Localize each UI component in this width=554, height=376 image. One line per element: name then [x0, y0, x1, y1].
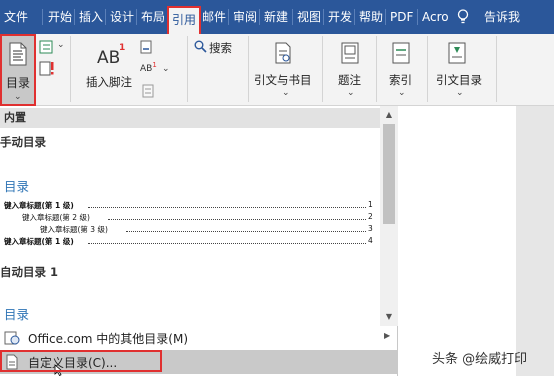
update-table-icon[interactable]	[39, 60, 55, 76]
insert-caption-icon[interactable]	[341, 42, 359, 64]
tab-insert[interactable]: 插入	[79, 0, 103, 34]
tab-file[interactable]: 文件	[4, 0, 28, 34]
toc-button-label: 目录	[6, 76, 31, 90]
scroll-up-arrow[interactable]: ▲	[383, 108, 395, 122]
mark-entry-icon[interactable]	[392, 42, 410, 64]
toc-entry-level-1: 键入章标题(第 1 级)	[4, 201, 74, 210]
scroll-down-arrow[interactable]: ▼	[383, 310, 395, 324]
search-button[interactable]: 搜索	[209, 40, 232, 56]
toc-page-number: 2	[368, 212, 373, 221]
tab-new[interactable]: 新建	[264, 0, 288, 34]
ribbon-separator	[248, 36, 249, 102]
dot-leader	[126, 225, 366, 232]
toc-page-number: 4	[368, 236, 373, 245]
tab-references[interactable]: 引用	[167, 6, 202, 34]
tab-design[interactable]: 设计	[110, 0, 134, 34]
manual-toc-option[interactable]: 键入章标题(第 1 级) 1 键入章标题(第 2 级) 2 键入章标题(第 3 …	[0, 198, 380, 250]
tab-separator	[323, 9, 324, 25]
tab-separator	[42, 9, 43, 25]
chevron-down-icon: ⌄	[162, 64, 170, 74]
automatic-toc-title: 自动目录 1	[0, 265, 59, 279]
tab-separator	[228, 9, 229, 25]
ribbon-separator	[427, 36, 428, 102]
tab-layout[interactable]: 布局	[141, 0, 165, 34]
search-icon	[194, 40, 207, 53]
toc-entry-level-3: 键入章标题(第 3 级)	[40, 225, 108, 234]
mark-citation-icon[interactable]	[448, 42, 466, 64]
submenu-arrow-icon: ▶	[384, 331, 391, 340]
footnote-ab-icon: AB	[97, 48, 121, 68]
tab-separator	[74, 9, 75, 25]
tell-me-search[interactable]: 告诉我	[484, 0, 520, 34]
toc-entry-level-1: 键入章标题(第 1 级)	[4, 237, 74, 246]
toc-page-number: 1	[368, 200, 373, 209]
more-online-toc-menu-item[interactable]: Office.com 中的其他目录(M) ▶	[0, 326, 398, 350]
insert-citation-icon[interactable]	[274, 42, 292, 64]
tab-separator	[354, 9, 355, 25]
ribbon-separator	[322, 36, 323, 102]
manual-toc-title: 手动目录	[0, 135, 46, 149]
insert-footnote-button[interactable]: 插入脚注	[86, 74, 132, 90]
ribbon-panel: 目录 ⌄ ⌄ AB 1 插入脚注 AB1 ⌄ 搜索 引文与书目 ⌄ 题注 ⌄ 索…	[0, 34, 554, 106]
gallery-scrollbar[interactable]: ▲ ▼	[380, 106, 398, 326]
more-online-label: Office.com 中的其他目录(M)	[28, 332, 189, 346]
table-of-contents-button[interactable]: 目录 ⌄	[0, 34, 36, 106]
chevron-down-icon: ⌄	[282, 88, 290, 98]
ribbon-separator	[376, 36, 377, 102]
tab-separator	[259, 9, 260, 25]
tab-separator	[292, 9, 293, 25]
tab-review[interactable]: 审阅	[233, 0, 257, 34]
toc-entry-level-2: 键入章标题(第 2 级)	[22, 213, 90, 222]
tab-separator	[385, 9, 386, 25]
built-in-section-header: 内置	[0, 108, 380, 128]
tab-pdf[interactable]: PDF	[390, 0, 413, 34]
dot-leader	[88, 201, 366, 208]
chevron-down-icon: ⌄	[398, 88, 406, 98]
auto-toc-preview-heading[interactable]: 目录	[4, 304, 29, 323]
tab-separator	[136, 9, 137, 25]
ribbon-separator	[70, 36, 71, 102]
footnote-superscript-icon: 1	[119, 43, 126, 53]
lightbulb-icon[interactable]	[457, 9, 469, 25]
tab-mailings[interactable]: 邮件	[202, 0, 226, 34]
chevron-down-icon: ⌄	[14, 92, 22, 102]
captions-button[interactable]: 题注	[338, 72, 361, 88]
watermark: 头条 @绘威打印	[432, 352, 528, 367]
tab-separator	[417, 9, 418, 25]
next-footnote-icon[interactable]: AB1	[140, 61, 157, 74]
chevron-down-icon: ⌄	[456, 88, 464, 98]
chevron-down-icon: ⌄	[347, 88, 355, 98]
chevron-down-icon: ⌄	[57, 40, 65, 50]
table-of-authorities-button[interactable]: 引文目录	[436, 72, 482, 88]
index-button[interactable]: 索引	[389, 72, 412, 88]
highlight-box	[0, 350, 162, 372]
dot-leader	[88, 237, 366, 244]
ribbon-separator	[187, 36, 188, 102]
document-page[interactable]	[398, 106, 516, 376]
tab-home[interactable]: 开始	[48, 0, 72, 34]
show-notes-icon[interactable]	[142, 84, 154, 98]
tab-developer[interactable]: 开发	[328, 0, 352, 34]
ribbon-tab-bar: 文件 开始 插入 设计 布局 引用 邮件 审阅 新建 视图 开发 帮助 PDF …	[0, 0, 554, 34]
toc-page-number: 3	[368, 224, 373, 233]
tab-acrobat[interactable]: Acro	[422, 0, 449, 34]
dot-leader	[108, 213, 366, 220]
toc-preview-heading: 目录	[4, 179, 30, 194]
office-globe-icon	[4, 331, 20, 345]
ribbon-separator	[496, 36, 497, 102]
insert-endnote-icon[interactable]	[140, 40, 154, 54]
add-text-icon[interactable]	[39, 40, 53, 54]
scroll-thumb[interactable]	[383, 124, 395, 224]
tab-view[interactable]: 视图	[297, 0, 321, 34]
toc-dropdown-menu: 内置 手动目录 目录 键入章标题(第 1 级) 1 键入章标题(第 2 级) 2…	[0, 106, 398, 376]
tab-help[interactable]: 帮助	[359, 0, 383, 34]
citations-bibliography-button[interactable]: 引文与书目	[254, 72, 312, 88]
tab-separator	[105, 9, 106, 25]
toc-document-icon	[9, 42, 27, 66]
